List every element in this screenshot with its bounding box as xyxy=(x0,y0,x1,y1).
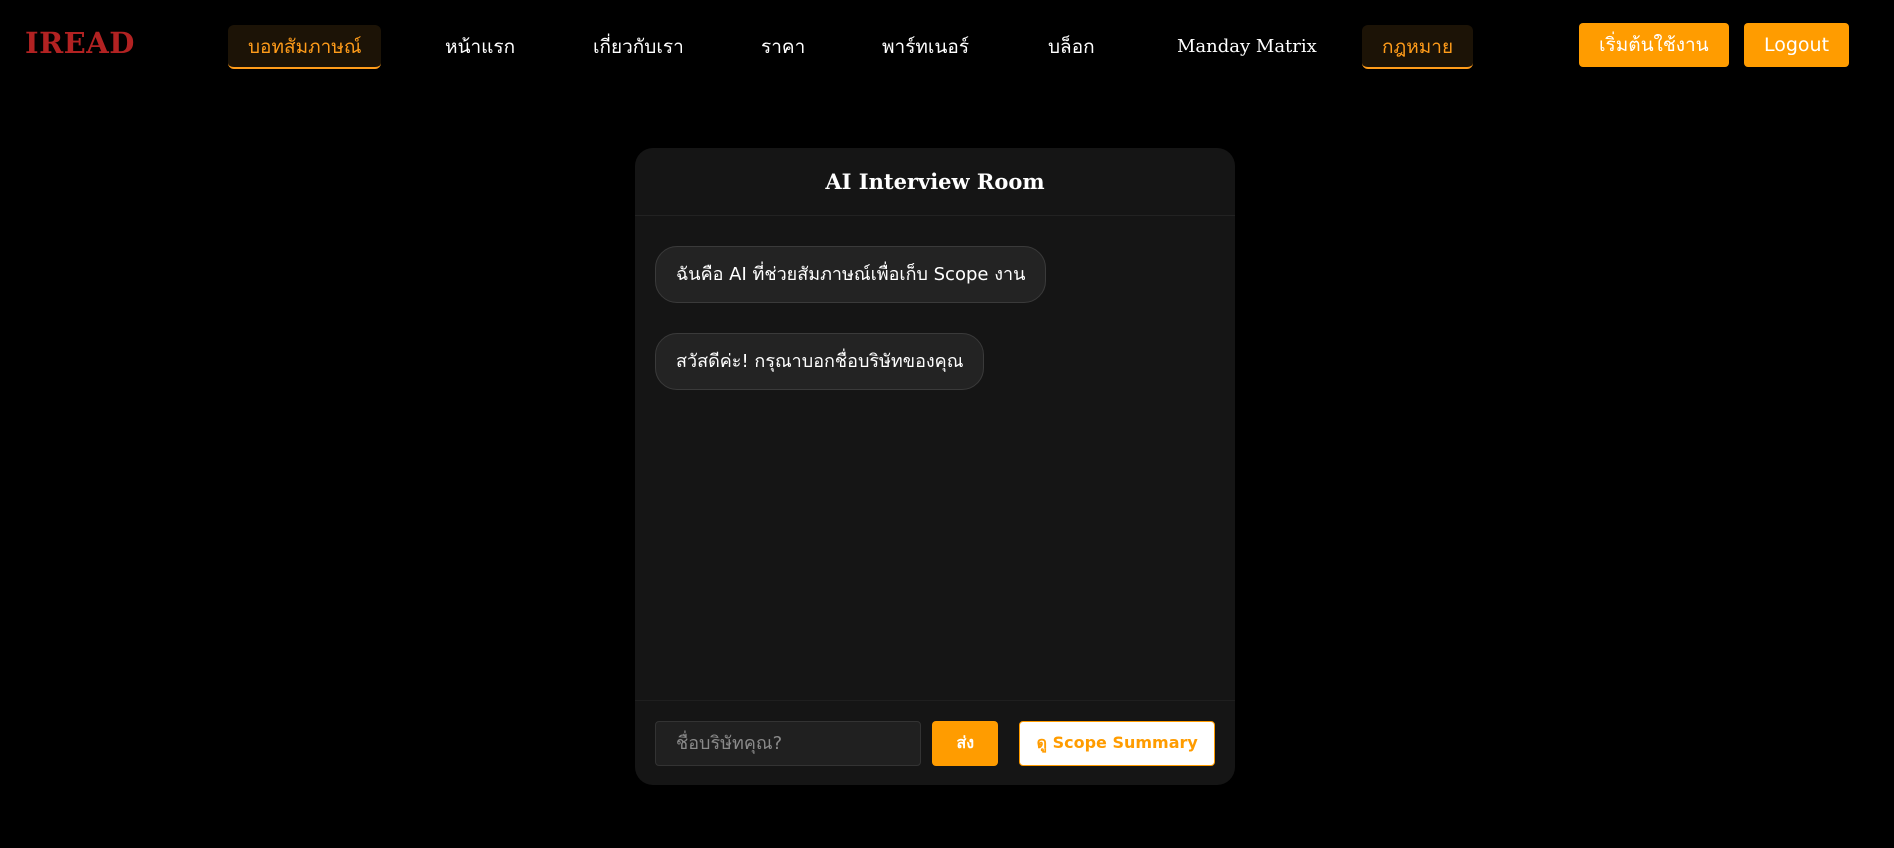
nav-item-interview-bot[interactable]: บอทสัมภาษณ์ xyxy=(228,25,382,69)
chat-input[interactable] xyxy=(655,720,921,766)
chat-message-bubble: ฉันคือ AI ที่ช่วยสัมภาษณ์เพื่อเก็บ Scope… xyxy=(655,246,1047,303)
nav-item-blog[interactable]: บล็อก xyxy=(1048,25,1095,69)
send-button[interactable]: ส่ง xyxy=(932,720,999,766)
nav-item-manday-matrix[interactable]: Manday Matrix xyxy=(1177,25,1317,69)
chat-input-bar: ส่ง ดู Scope Summary xyxy=(635,700,1235,785)
chat-header: AI Interview Room xyxy=(635,148,1235,216)
top-navbar: IREAD บอทสัมภาษณ์ หน้าแรก เกี่ยวกับเรา ร… xyxy=(0,0,1894,92)
get-started-button[interactable]: เริ่มต้นใช้งาน xyxy=(1579,23,1729,67)
chat-title: AI Interview Room xyxy=(825,169,1045,194)
logout-button[interactable]: Logout xyxy=(1744,23,1850,67)
nav-item-legal[interactable]: กฎหมาย xyxy=(1362,25,1474,69)
nav-item-pricing[interactable]: ราคา xyxy=(761,25,805,69)
nav-item-partners[interactable]: พาร์ทเนอร์ xyxy=(882,25,969,69)
nav-item-about[interactable]: เกี่ยวกับเรา xyxy=(593,25,684,69)
chat-panel: AI Interview Room ฉันคือ AI ที่ช่วยสัมภา… xyxy=(635,148,1235,785)
brand-logo[interactable]: IREAD xyxy=(25,26,135,60)
scope-summary-button[interactable]: ดู Scope Summary xyxy=(1019,720,1215,766)
chat-message-bubble: สวัสดีค่ะ! กรุณาบอกชื่อบริษัทของคุณ xyxy=(655,333,985,390)
chat-messages[interactable]: ฉันคือ AI ที่ช่วยสัมภาษณ์เพื่อเก็บ Scope… xyxy=(635,216,1235,700)
nav-item-home[interactable]: หน้าแรก xyxy=(445,25,515,69)
